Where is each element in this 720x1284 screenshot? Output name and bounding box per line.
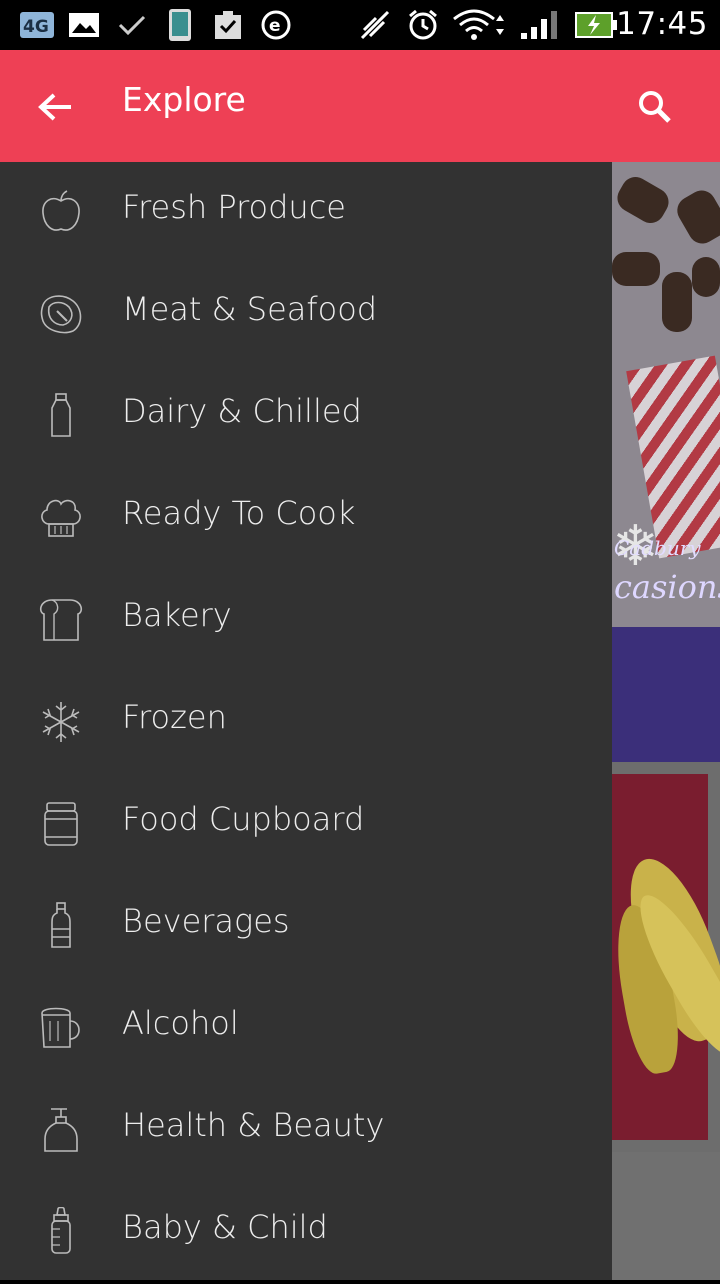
status-bar: 4G e 17:45 (0, 0, 720, 50)
jar-icon (36, 799, 86, 849)
svg-text:4G: 4G (23, 17, 49, 37)
drawer-item-label: Bakery (122, 596, 232, 634)
drawer-item-label: Dairy & Chilled (122, 392, 362, 430)
search-button[interactable] (630, 82, 680, 132)
lotion-pump-icon (36, 1105, 86, 1155)
banner-brand: Cadbury (614, 536, 701, 560)
snowflake-icon (36, 697, 86, 747)
drawer-item-label: Health & Beauty (122, 1106, 385, 1144)
page-title: Explore (122, 80, 246, 119)
clock: 17:45 (616, 6, 708, 42)
cell-signal-icon (518, 8, 560, 42)
battery-charging-icon (574, 8, 618, 42)
bread-icon (36, 595, 86, 645)
4g-lte-icon: 4G (18, 8, 56, 42)
drawer-item-label: Food Cupboard (122, 800, 365, 838)
search-icon (639, 91, 671, 123)
drawer-item-label: Ready To Cook (122, 494, 356, 532)
drawer-item-dairy-chilled[interactable]: Dairy & Chilled (0, 366, 612, 468)
promo-banner-image[interactable]: ❄ (612, 162, 720, 762)
promo-banner-partial[interactable] (612, 1152, 720, 1280)
drawer-item-beverages[interactable]: Beverages (0, 876, 612, 978)
drawer-item-alcohol[interactable]: Alcohol (0, 978, 612, 1080)
drawer-item-label: Beverages (122, 902, 290, 940)
bottle-icon (36, 901, 86, 951)
wifi-icon (452, 8, 508, 42)
drawer-item-frozen[interactable]: Frozen (0, 672, 612, 774)
drawer-item-label: Fresh Produce (122, 188, 346, 226)
drawer-item-label: Baby & Child (122, 1208, 328, 1246)
e-icon: e (260, 8, 292, 42)
banner-text: casions (614, 568, 720, 606)
app-bar: Explore (0, 50, 720, 162)
drawer-item-food-cupboard[interactable]: Food Cupboard (0, 774, 612, 876)
steak-icon (36, 289, 86, 339)
beer-mug-icon (36, 1003, 86, 1053)
drawer-item-baby-child[interactable]: Baby & Child (0, 1182, 612, 1284)
promo-banner-bananas[interactable] (607, 774, 720, 1140)
check-icon (118, 8, 146, 42)
arrow-back-icon (38, 93, 71, 121)
drawer-item-ready-to-cook[interactable]: Ready To Cook (0, 468, 612, 570)
no-signal-icon (358, 8, 392, 42)
alarm-icon (406, 8, 440, 42)
navigation-drawer: Fresh Produce Meat & Seafood Dairy & Chi… (0, 162, 612, 1280)
drawer-item-meat-seafood[interactable]: Meat & Seafood (0, 264, 612, 366)
back-button[interactable] (30, 82, 80, 132)
milk-bottle-icon (36, 391, 86, 441)
drawer-item-label: Frozen (122, 698, 227, 736)
image-icon (68, 8, 100, 42)
apple-icon (36, 187, 86, 237)
drawer-item-bakery[interactable]: Bakery (0, 570, 612, 672)
svg-text:e: e (269, 16, 281, 36)
clipboard-check-icon (212, 8, 244, 42)
chef-hat-icon (36, 493, 86, 543)
drawer-item-health-beauty[interactable]: Health & Beauty (0, 1080, 612, 1182)
drawer-item-label: Alcohol (122, 1004, 239, 1042)
baby-bottle-icon (36, 1207, 86, 1257)
drawer-item-fresh-produce[interactable]: Fresh Produce (0, 162, 612, 264)
drawer-item-label: Meat & Seafood (122, 290, 378, 328)
phone-icon (166, 8, 194, 42)
